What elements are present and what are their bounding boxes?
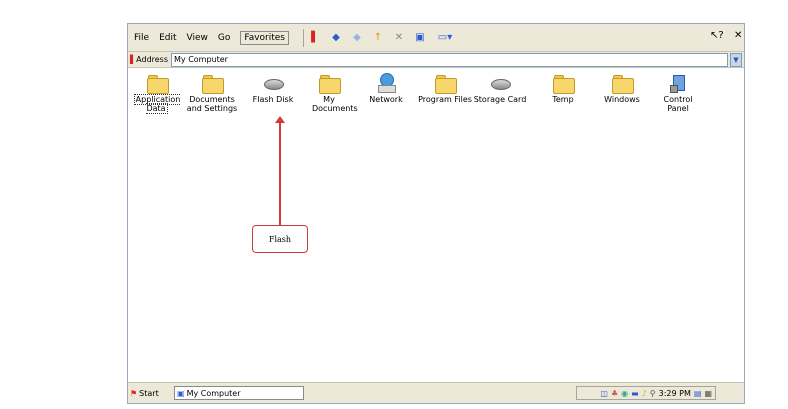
address-input[interactable]: My Computer (171, 52, 728, 67)
close-icon[interactable]: ✕ (734, 30, 742, 41)
start-label: Start (139, 388, 159, 398)
flash-callout: Flash (252, 225, 308, 253)
start-button[interactable]: ⚑ Start (130, 386, 159, 400)
menu-edit[interactable]: Edit (159, 33, 176, 43)
tray-usb-icon: ♣ (610, 388, 619, 398)
item-control-panel[interactable]: Control Panel (651, 73, 705, 113)
control-panel-icon (667, 73, 689, 93)
explorer-window: File Edit View Go Favorites ▌ ◆ ◆ ↑ ✕ ▣ … (127, 23, 745, 404)
item-program-files[interactable]: Program Files (418, 73, 472, 104)
item-application-data[interactable]: Application Data (130, 73, 184, 114)
keyboard-icon[interactable]: ▦ (704, 389, 712, 398)
address-bar: ▌ Address My Computer ▼ (128, 52, 744, 68)
file-list: Application Data Documents and Settings … (128, 68, 744, 383)
tray-volume-icon: ♪ (641, 388, 647, 398)
clock[interactable]: 3:29 PM (659, 389, 691, 398)
item-label: Storage Card (473, 95, 527, 104)
menu-bar: File Edit View Go Favorites ▌ ◆ ◆ ↑ ✕ ▣ … (128, 24, 744, 52)
callout-arrow-line (279, 120, 281, 225)
grip-icon: ▌ (311, 32, 319, 43)
address-dropdown-icon[interactable]: ▼ (730, 52, 742, 67)
menu-file[interactable]: File (134, 33, 149, 43)
system-tray: ◫ ♣ ◉ ▬ ♪ ⚲ 3:29 PM ▤ ▦ (576, 386, 716, 400)
tray-search-icon: ⚲ (649, 388, 656, 398)
disk-icon (489, 73, 511, 93)
tray-battery-icon: ▬ (631, 388, 639, 398)
folder-icon (611, 73, 634, 94)
back-icon[interactable]: ◆ (329, 31, 343, 45)
folder-icon (146, 73, 169, 94)
item-label: Program Files (418, 95, 472, 104)
item-label: Windows (604, 95, 640, 104)
menu-favorites[interactable]: Favorites (240, 30, 289, 45)
address-label-text: Address (136, 55, 169, 64)
item-documents-and-settings[interactable]: Documents and Settings (185, 73, 239, 113)
item-network[interactable]: Network (359, 73, 413, 104)
toolbar-separator (303, 28, 304, 47)
tray-network-icon: ◫ (600, 388, 608, 398)
item-my-documents[interactable]: My Documents (302, 73, 358, 113)
folder-icon (552, 73, 575, 94)
tray-sync-icon: ◉ (621, 388, 629, 398)
forward-icon[interactable]: ◆ (350, 31, 364, 45)
taskbar-my-computer[interactable]: ▣ My Computer (174, 386, 304, 400)
folder-icon (201, 73, 224, 94)
item-label: Control Panel (663, 95, 693, 113)
computer-icon: ▣ (177, 388, 185, 398)
menu-go[interactable]: Go (218, 33, 230, 43)
item-temp[interactable]: Temp (536, 73, 590, 104)
folder-icon (318, 73, 341, 94)
item-label: Temp (552, 95, 574, 104)
address-label: ▌ Address (130, 55, 168, 64)
network-icon (375, 73, 397, 93)
item-storage-card[interactable]: Storage Card (473, 73, 527, 104)
desktop-icon[interactable]: ▤ (694, 389, 702, 398)
item-label: Flash Disk (252, 95, 294, 104)
windows-flag-icon: ⚑ (130, 388, 138, 398)
item-label: Application Data (133, 94, 181, 114)
item-label: My Documents (312, 95, 358, 113)
views-icon[interactable]: ▭▾ (434, 31, 456, 45)
delete-icon[interactable]: ✕ (392, 31, 406, 45)
disk-icon (262, 73, 284, 93)
item-label: Network (369, 95, 403, 104)
item-windows[interactable]: Windows (595, 73, 649, 104)
task-label: My Computer (186, 388, 241, 398)
item-flash-disk[interactable]: Flash Disk (246, 73, 300, 104)
taskbar: ⚑ Start ▣ My Computer ◫ ♣ ◉ ▬ ♪ ⚲ 3:29 P… (128, 382, 744, 403)
item-label: Documents and Settings (186, 95, 238, 113)
folder-icon (434, 73, 457, 94)
menu-view[interactable]: View (187, 33, 208, 43)
properties-icon[interactable]: ▣ (413, 31, 427, 45)
up-folder-icon[interactable]: ↑ (371, 31, 385, 45)
help-pointer-icon[interactable]: ↖? (710, 30, 724, 41)
